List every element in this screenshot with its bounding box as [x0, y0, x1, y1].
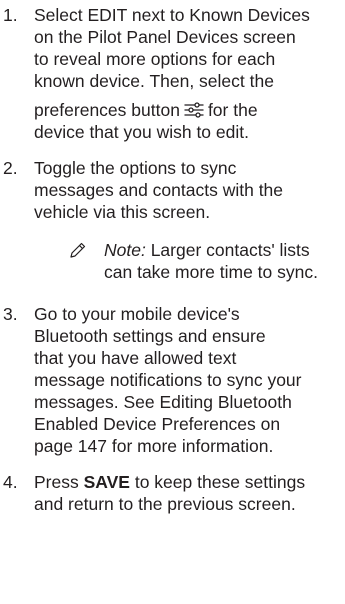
pencil-icon [69, 241, 87, 259]
step-line: Enabled Device Preferences on [34, 414, 281, 434]
save-keyword: SAVE [83, 472, 130, 492]
preferences-icon [184, 101, 204, 118]
step-text: Go to your mobile device's Bluetooth set… [34, 303, 345, 457]
step-line: Press SAVE to keep these settings [34, 471, 345, 493]
press-text: Press [34, 472, 79, 492]
step-text: Press SAVE to keep these settings and re… [34, 471, 345, 515]
step-line: on the Pilot Panel Devices screen [34, 27, 296, 47]
step-number: 4. [3, 472, 18, 492]
step-line-text: preferences button [34, 100, 180, 120]
note-label: Note: [104, 240, 146, 260]
step-number: 1. [3, 5, 18, 25]
step-text: Toggle the options to sync messages and … [34, 157, 345, 223]
step-line: messages and contacts with the [34, 180, 284, 200]
step-line-text: to keep these settings [134, 472, 306, 492]
step-line-text: for the [207, 100, 258, 120]
step-line: and return to the previous screen. [34, 494, 296, 514]
step-line: that you have allowed text [34, 348, 237, 368]
step-line: Go to your mobile device's [34, 304, 240, 324]
step-number: 3. [3, 304, 18, 324]
step-line: vehicle via this screen. [34, 202, 211, 222]
note-line-text: Larger contacts' lists [150, 240, 310, 260]
step-number: 2. [3, 158, 18, 178]
step-line: known device. Then, select the [34, 71, 274, 91]
step-text: Select EDIT next to Known Devices on the… [34, 4, 345, 143]
step-line: message notifications to sync your [34, 370, 302, 390]
step-line: messages. See Editing Bluetooth [34, 392, 292, 412]
step-line: Toggle the options to sync [34, 158, 237, 178]
step-line: to reveal more options for each [34, 49, 276, 69]
note-line: can take more time to sync. [104, 262, 318, 282]
step-line: Select EDIT next to Known Devices [34, 5, 310, 25]
note-text: Note: Larger contacts' lists can take mo… [104, 239, 344, 283]
step-line: device that you wish to edit. [34, 122, 249, 142]
step-line: Bluetooth settings and ensure [34, 326, 266, 346]
note-line: Note: Larger contacts' lists [104, 239, 344, 261]
step-line: page 147 for more information. [34, 436, 274, 456]
step-line: preferences button for the [34, 99, 345, 121]
